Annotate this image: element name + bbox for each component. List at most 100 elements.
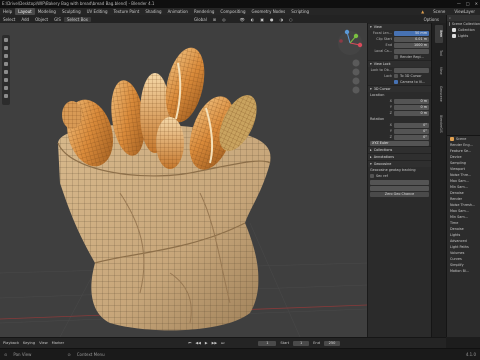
proportional-icon[interactable]: ◎ (219, 17, 229, 22)
minimize-icon[interactable]: — (457, 0, 461, 8)
tab-texture-paint[interactable]: Texture Paint (111, 8, 143, 15)
tab-uv-editing[interactable]: UV Editing (84, 8, 111, 15)
menu-help[interactable]: Help (0, 8, 15, 15)
chevron-down-icon: ▾ (370, 87, 372, 91)
geo-field-1[interactable] (370, 179, 429, 185)
tab-shading[interactable]: Shading (142, 8, 164, 15)
timeline-playback-menu[interactable]: Playback (3, 341, 19, 345)
version-label: 4.1.0 (465, 352, 476, 357)
menu-add[interactable]: Add (18, 17, 32, 22)
current-frame-field[interactable]: 1 (258, 340, 277, 346)
clip-start-field[interactable]: 0.01 m (394, 36, 429, 42)
timeline-view-menu[interactable]: View (39, 341, 48, 345)
rotation-mode-dropdown[interactable]: XYZ Euler (370, 140, 429, 146)
scene-icon: ▲ (421, 9, 425, 14)
cursor-section-header[interactable]: ▾ 3D Cursor (368, 85, 431, 92)
window-controls: — □ ✕ (457, 0, 478, 8)
options-dropdown[interactable]: Options (421, 17, 442, 22)
geo-field-2[interactable] (370, 185, 429, 191)
tab-item[interactable]: Item (435, 25, 443, 43)
cursor-rot-x-field[interactable]: 0° (394, 122, 429, 128)
chevron-right-icon: ▸ (370, 155, 372, 159)
tab-tool[interactable]: Tool (435, 45, 443, 61)
prev-key-icon[interactable]: ◀◀ (195, 341, 201, 345)
timeline-keying-menu[interactable]: Keying (23, 341, 35, 345)
lock-object-field[interactable] (394, 67, 429, 73)
tab-view[interactable]: View (435, 63, 443, 79)
view-lock-section-header[interactable]: ▾ View Lock (368, 60, 431, 67)
cursor-loc-y-field[interactable]: 0 m (394, 104, 429, 110)
focal-length-field[interactable]: 50 mm (394, 30, 429, 36)
tab-geoscene[interactable]: Geoscene (435, 81, 443, 107)
collection-icon (452, 34, 456, 38)
snap-icon[interactable]: ⊞ (210, 17, 219, 22)
xray-icon[interactable]: ▣ (257, 17, 267, 22)
local-camera-field[interactable] (394, 48, 429, 54)
sec-ref-checkbox[interactable] (370, 174, 374, 178)
jump-end-icon[interactable]: ⏭ (221, 341, 224, 345)
menu-select[interactable]: Select (0, 17, 18, 22)
view-section-header[interactable]: ▾ View (368, 23, 431, 30)
close-icon[interactable]: ✕ (475, 0, 478, 8)
workspace-tabs: Help Layout Modeling Sculpting UV Editin… (0, 8, 480, 15)
scene-label: Scene (433, 9, 446, 14)
tab-animation[interactable]: Animation (165, 8, 191, 15)
tab-compositing[interactable]: Compositing (217, 8, 248, 15)
cursor-loc-x-field[interactable]: 0 m (394, 98, 429, 104)
visibility-icon[interactable]: 👁 (237, 17, 248, 22)
sidebar-n-panel: ▾ View Focal Len... 50 mm Clip Start 0.01 m… (367, 23, 431, 337)
location-label: Location (370, 93, 385, 97)
play-icon[interactable]: ▶ (205, 341, 208, 345)
tab-rendering[interactable]: Rendering (191, 8, 217, 15)
start-frame-field[interactable]: 1 (293, 340, 310, 346)
outliner-item-lights[interactable]: Lights (447, 33, 480, 39)
cursor-rot-z-field[interactable]: 0° (394, 134, 429, 140)
rotation-label: Rotation (370, 117, 385, 121)
start-label: Start (280, 341, 290, 345)
window-title: E:\Drive\Desktop\WIP\Bakery Bag with bre… (2, 1, 155, 6)
orientation-dropdown[interactable]: Global (191, 17, 210, 22)
menu-gis[interactable]: GIS (51, 17, 64, 22)
view-layer-label: ViewLayer (454, 9, 475, 14)
geo-tags-label: Geocosine geotag tracking (370, 168, 416, 172)
menu-object[interactable]: Object (32, 17, 51, 22)
next-key-icon[interactable]: ▶▶ (212, 341, 218, 345)
cursor-loc-z-field[interactable]: 0 m (394, 110, 429, 116)
lock-cursor-checkbox[interactable] (394, 74, 398, 78)
overlay-icon[interactable]: ◐ (248, 17, 258, 22)
maximize-icon[interactable]: □ (466, 0, 470, 8)
chevron-right-icon: ▸ (370, 148, 372, 152)
tab-sculpting[interactable]: Sculpting (59, 8, 84, 15)
sidebar-tabs: Item Tool View Geoscene BlenderGIS (431, 23, 446, 337)
tab-blendergis[interactable]: BlenderGIS (435, 109, 443, 139)
shading-material-icon[interactable]: ◑ (276, 17, 286, 22)
cursor-rot-y-field[interactable]: 0° (394, 128, 429, 134)
mouse-icon: ⊙ (67, 352, 71, 357)
scene-icon (450, 137, 454, 141)
tab-scripting[interactable]: Scripting (288, 8, 312, 15)
zero-geo-button[interactable]: Zero Geo Chance (370, 191, 429, 197)
end-frame-field[interactable]: 250 (324, 340, 340, 346)
timeline-marker-menu[interactable]: Marker (52, 341, 64, 345)
tab-geometry-nodes[interactable]: Geometry Nodes (248, 8, 288, 15)
clip-end-field[interactable]: 1000 m (394, 42, 429, 48)
lock-camera-checkbox[interactable] (394, 80, 398, 84)
search-icon: ⌕ (449, 16, 451, 20)
jump-start-icon[interactable]: ⏮ (188, 341, 191, 345)
shading-solid-icon[interactable]: ● (267, 17, 277, 22)
geocosine-section-header[interactable]: ▾ Geocosine (368, 160, 431, 167)
properties-editor: Scene Render Eng... Feature Se... Device… (446, 135, 480, 337)
shading-rendered-icon[interactable]: ○ (286, 17, 296, 22)
collections-section-header[interactable]: ▸ Collections (368, 146, 431, 153)
scene-selector[interactable]: ▲ Scene ViewLayer (418, 9, 478, 14)
collection-icon (452, 28, 456, 32)
3d-viewport[interactable] (0, 23, 367, 337)
tab-modeling[interactable]: Modeling (35, 8, 59, 15)
end-label: End (313, 341, 320, 345)
render-region-checkbox[interactable] (394, 55, 398, 59)
mouse-icon: ⊙ (4, 352, 8, 357)
chevron-down-icon: ▾ (370, 62, 372, 66)
select-box-dropdown[interactable]: Select Box (63, 16, 91, 22)
tab-layout[interactable]: Layout (15, 8, 35, 15)
annotations-section-header[interactable]: ▸ Annotations (368, 153, 431, 160)
